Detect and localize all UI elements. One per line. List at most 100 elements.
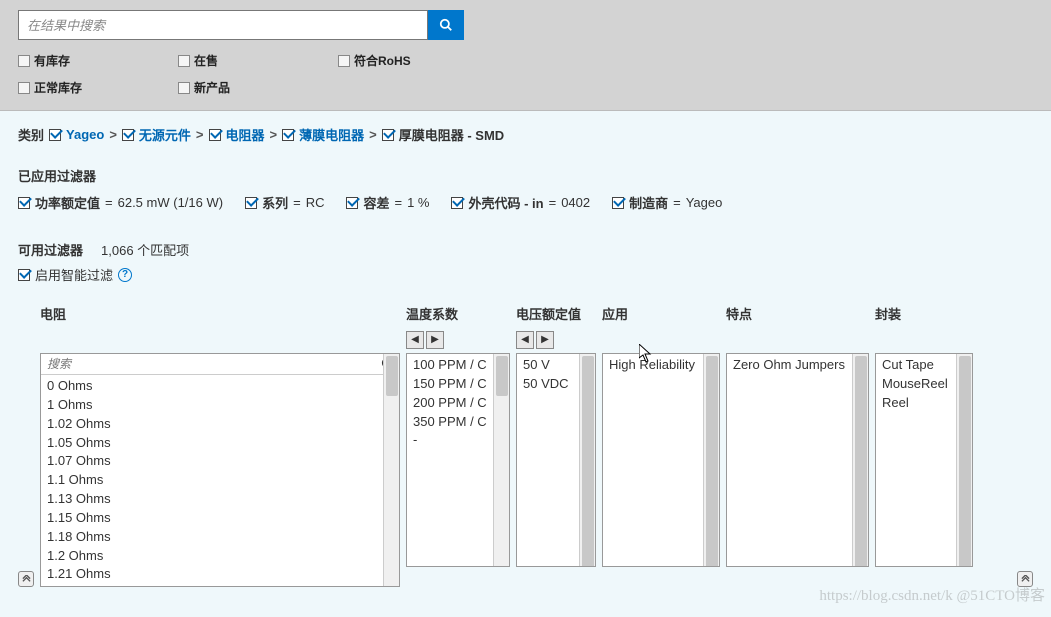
filter-listbox[interactable]: High Reliability <box>602 353 720 567</box>
list-item[interactable]: 350 PPM / C <box>413 413 503 432</box>
breadcrumb: 类别 Yageo > 无源元件 > 电阻器 > 薄膜电阻器 > 厚膜电阻器 - … <box>18 125 1033 144</box>
scroll-thumb[interactable] <box>582 356 594 567</box>
filter-search-row <box>41 354 399 375</box>
stock-checks: 有库存 在售 符合RoHS 正常库存 新产品 <box>18 52 1033 96</box>
checkbox-icon <box>178 55 190 67</box>
check-icon[interactable] <box>49 129 61 141</box>
smart-filter-row[interactable]: 启用智能过滤 ? <box>18 265 1033 284</box>
filter-search-input[interactable] <box>45 356 381 372</box>
scrollbar[interactable] <box>493 354 509 566</box>
check-icon[interactable] <box>122 129 134 141</box>
checkbox-icon <box>178 82 190 94</box>
breadcrumb-label: 类别 <box>18 125 44 144</box>
applied-filters-row: 功率额定值 = 62.5 mW (1/16 W) 系列 = RC 容差 = 1 … <box>18 193 1033 212</box>
search-icon <box>439 18 453 32</box>
list-item[interactable]: 1 Ohms <box>47 396 393 415</box>
scrollbar[interactable] <box>579 354 595 566</box>
breadcrumb-item[interactable]: Yageo <box>66 127 104 142</box>
filter-features: 特点 Zero Ohm Jumpers <box>726 304 869 567</box>
search-button[interactable] <box>428 10 464 40</box>
check-in-stock[interactable]: 有库存 <box>18 52 168 69</box>
scroll-thumb[interactable] <box>706 356 718 567</box>
list-item[interactable]: MouseReel <box>882 375 966 394</box>
list-item[interactable]: 1.02 Ohms <box>47 415 393 434</box>
checkbox-icon <box>338 55 350 67</box>
filter-header: 特点 <box>726 304 869 323</box>
list-item[interactable]: 1.21 Ohms <box>47 565 393 584</box>
list-item[interactable]: - <box>413 431 503 450</box>
check-label: 符合RoHS <box>354 52 411 69</box>
list-item[interactable]: 1.07 Ohms <box>47 452 393 471</box>
applied-filter[interactable]: 功率额定值 = 62.5 mW (1/16 W) <box>18 193 223 212</box>
breadcrumb-sep: > <box>109 127 117 142</box>
arrow-spacer <box>875 331 973 349</box>
breadcrumb-sep: > <box>196 127 204 142</box>
breadcrumb-item-current: 厚膜电阻器 - SMD <box>399 125 504 144</box>
scrollbar[interactable] <box>383 354 399 586</box>
list-item[interactable]: Zero Ohm Jumpers <box>733 356 862 375</box>
scrollbar[interactable] <box>852 354 868 566</box>
list-item[interactable]: 1.1 Ohms <box>47 471 393 490</box>
list-item[interactable]: 150 PPM / C <box>413 375 503 394</box>
check-icon[interactable] <box>382 129 394 141</box>
top-toolbar: 有库存 在售 符合RoHS 正常库存 新产品 <box>0 0 1051 111</box>
scroll-thumb[interactable] <box>496 356 508 396</box>
arrow-spacer <box>726 331 869 349</box>
breadcrumb-item[interactable]: 无源元件 <box>139 125 191 144</box>
search-input[interactable] <box>18 10 428 40</box>
applied-filter[interactable]: 外壳代码 - in = 0402 <box>451 193 590 212</box>
watermark: https://blog.csdn.net/k @51CTO博客 <box>819 584 1045 605</box>
list-item[interactable]: 1.05 Ohms <box>47 434 393 453</box>
list-item[interactable]: High Reliability <box>609 356 713 375</box>
available-filters-row: 可用过滤器 1,066 个匹配项 <box>18 240 1033 259</box>
checkbox-icon <box>18 82 30 94</box>
check-icon[interactable] <box>209 129 221 141</box>
breadcrumb-item[interactable]: 电阻器 <box>226 125 265 144</box>
arrow-left-button[interactable]: ◀ <box>516 331 534 349</box>
help-icon[interactable]: ? <box>118 268 132 282</box>
checkbox-icon <box>18 55 30 67</box>
arrow-right-button[interactable]: ▶ <box>536 331 554 349</box>
filter-package: 封装 Cut Tape MouseReel Reel <box>875 304 973 567</box>
breadcrumb-item[interactable]: 薄膜电阻器 <box>299 125 364 144</box>
filter-columns: 电阻 0 Ohms 1 Ohms 1.02 Ohms 1.05 Ohms 1.0… <box>40 304 1033 587</box>
arrow-spacer <box>40 331 400 349</box>
check-normal-stock[interactable]: 正常库存 <box>18 79 168 96</box>
scroll-top-button[interactable] <box>18 571 34 587</box>
check-on-sale[interactable]: 在售 <box>178 52 328 69</box>
applied-filter[interactable]: 系列 = RC <box>245 193 324 212</box>
scrollbar[interactable] <box>956 354 972 566</box>
filter-listbox[interactable]: 50 V 50 VDC <box>516 353 596 567</box>
filter-header: 电阻 <box>40 304 400 323</box>
list-item[interactable]: 1.13 Ohms <box>47 490 393 509</box>
check-icon <box>245 197 257 209</box>
list-item[interactable]: 1.24 Ohms <box>47 584 393 587</box>
list-item[interactable]: 1.18 Ohms <box>47 528 393 547</box>
scroll-top-button[interactable] <box>1017 571 1033 587</box>
scroll-thumb[interactable] <box>386 356 398 396</box>
list-item[interactable]: Reel <box>882 394 966 413</box>
breadcrumb-sep: > <box>270 127 278 142</box>
check-icon[interactable] <box>282 129 294 141</box>
filter-listbox[interactable]: Zero Ohm Jumpers <box>726 353 869 567</box>
applied-filter[interactable]: 容差 = 1 % <box>346 193 429 212</box>
applied-filter[interactable]: 制造商 = Yageo <box>612 193 722 212</box>
list-item[interactable]: 1.2 Ohms <box>47 547 393 566</box>
list-item[interactable]: 1.15 Ohms <box>47 509 393 528</box>
check-rohs[interactable]: 符合RoHS <box>338 52 538 69</box>
list-item[interactable]: 100 PPM / C <box>413 356 503 375</box>
filter-listbox[interactable]: Cut Tape MouseReel Reel <box>875 353 973 567</box>
scroll-thumb[interactable] <box>959 356 971 567</box>
arrow-right-button[interactable]: ▶ <box>426 331 444 349</box>
arrow-left-button[interactable]: ◀ <box>406 331 424 349</box>
scrollbar[interactable] <box>703 354 719 566</box>
list-item[interactable]: 0 Ohms <box>47 377 393 396</box>
list-item[interactable]: 200 PPM / C <box>413 394 503 413</box>
filter-listbox[interactable]: 0 Ohms 1 Ohms 1.02 Ohms 1.05 Ohms 1.07 O… <box>40 353 400 587</box>
list-item[interactable]: Cut Tape <box>882 356 966 375</box>
check-new-product[interactable]: 新产品 <box>178 79 328 96</box>
scroll-thumb[interactable] <box>855 356 867 567</box>
filter-listbox[interactable]: 100 PPM / C 150 PPM / C 200 PPM / C 350 … <box>406 353 510 567</box>
search-row <box>18 10 1033 40</box>
filter-items: Zero Ohm Jumpers <box>727 354 868 377</box>
